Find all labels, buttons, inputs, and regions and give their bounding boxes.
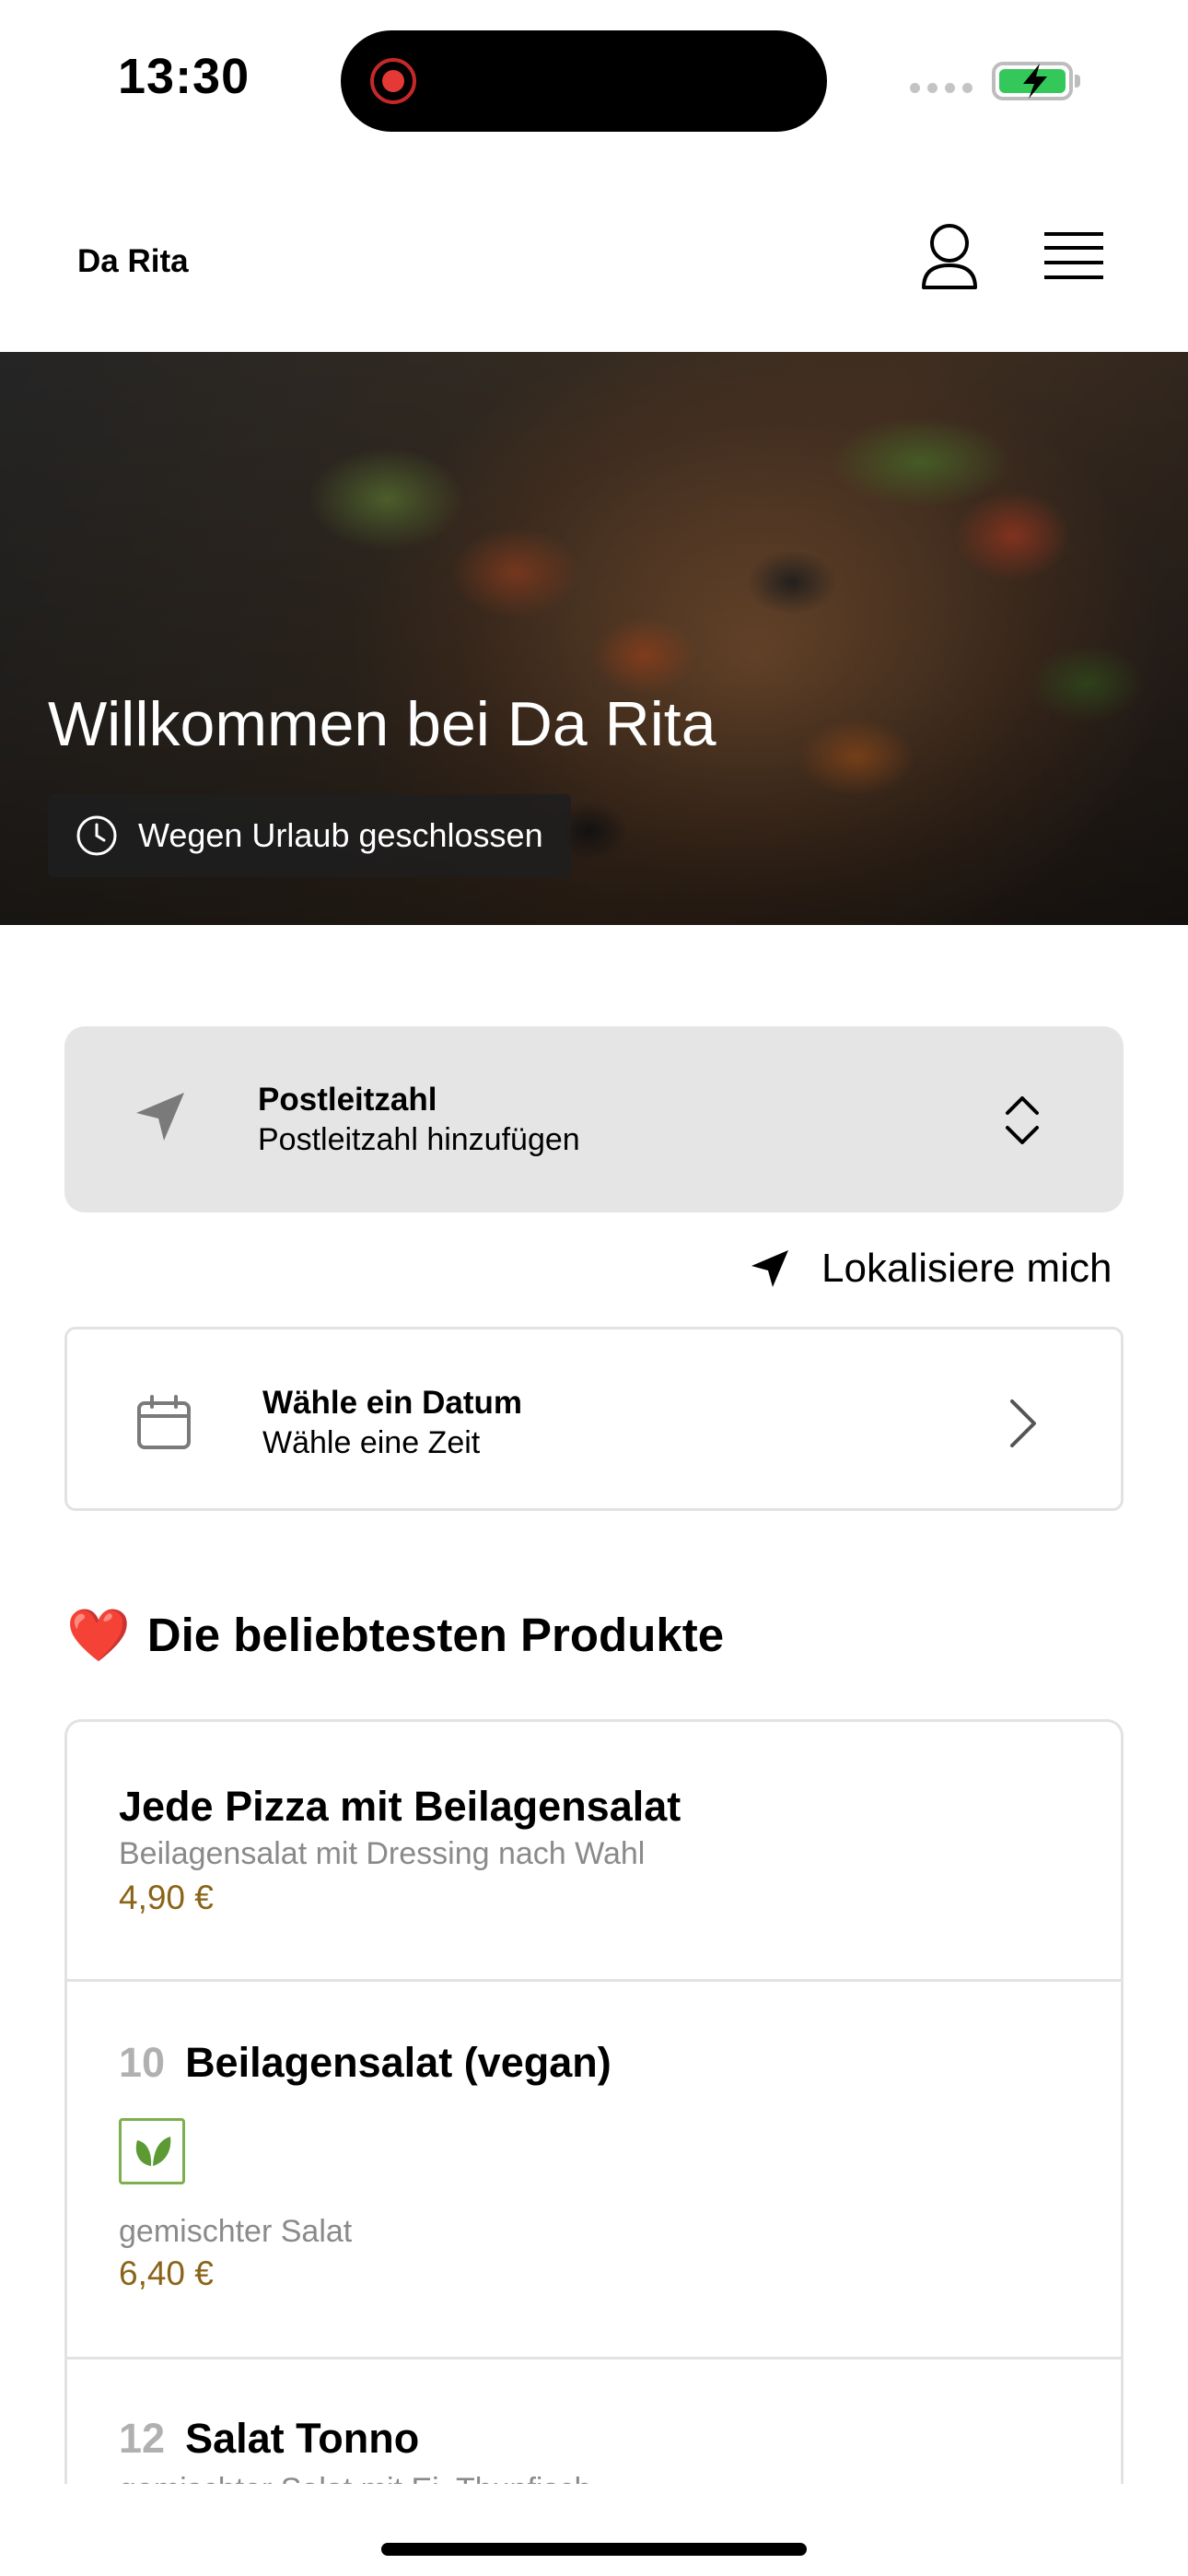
- brand-name[interactable]: Da Rita: [77, 243, 189, 280]
- status-badge-label: Wegen Urlaub geschlossen: [138, 816, 543, 854]
- product-name: 12 Salat Tonno: [119, 2415, 419, 2463]
- product-name-text: Beilagensalat (vegan): [185, 2039, 611, 2086]
- calendar-icon: [137, 1395, 191, 1449]
- dynamic-island: [341, 30, 827, 132]
- product-description: gemischter Salat: [119, 2214, 353, 2249]
- zip-code-placeholder: Postleitzahl hinzufügen: [258, 1122, 580, 1157]
- product-item[interactable]: 10 Beilagensalat (vegan) gemischter Salat…: [67, 1982, 1121, 2359]
- signal-icon: [910, 83, 973, 93]
- popular-products-heading: ❤️ Die beliebtesten Produkte: [66, 1608, 724, 1662]
- product-number: 10: [119, 2039, 166, 2086]
- product-description: gemischter Salat mit Ei, Thunfisch: [119, 2472, 591, 2484]
- product-item[interactable]: Jede Pizza mit Beilagensalat Beilagensal…: [67, 1722, 1121, 1982]
- locate-me-button[interactable]: Lokalisiere mich: [750, 1246, 1112, 1292]
- chevron-up-down-icon: [1006, 1096, 1039, 1144]
- battery-icon: [992, 62, 1080, 100]
- status-badge: Wegen Urlaub geschlossen: [48, 794, 571, 877]
- date-time-selector[interactable]: Wähle ein Datum Wähle eine Zeit: [64, 1327, 1124, 1511]
- recording-indicator-icon: [370, 58, 416, 104]
- user-icon[interactable]: [919, 221, 980, 291]
- product-price: 6,40 €: [119, 2254, 214, 2292]
- chevron-right-icon: [1010, 1399, 1036, 1447]
- product-list: Jede Pizza mit Beilagensalat Beilagensal…: [64, 1719, 1124, 2484]
- app-header: Da Rita: [0, 157, 1188, 352]
- status-time: 13:30: [118, 49, 250, 104]
- time-label: Wähle eine Zeit: [262, 1425, 481, 1460]
- product-price: 4,90 €: [119, 1879, 214, 1916]
- section-title: Die beliebtesten Produkte: [146, 1609, 725, 1661]
- hero-title: Willkommen bei Da Rita: [48, 689, 716, 759]
- location-arrow-icon: [136, 1093, 184, 1141]
- home-indicator[interactable]: [381, 2543, 807, 2556]
- product-name: Jede Pizza mit Beilagensalat: [119, 1783, 681, 1830]
- product-name-text: Salat Tonno: [185, 2415, 420, 2462]
- zip-code-selector[interactable]: Postleitzahl Postleitzahl hinzufügen: [64, 1026, 1124, 1212]
- clock-icon: [76, 815, 117, 856]
- product-number: 12: [119, 2415, 166, 2462]
- location-arrow-icon: [751, 1250, 788, 1287]
- heart-icon: ❤️: [66, 1605, 131, 1664]
- zip-code-label: Postleitzahl: [258, 1082, 437, 1118]
- product-name: 10 Beilagensalat (vegan): [119, 2039, 611, 2087]
- menu-icon[interactable]: [1044, 230, 1103, 282]
- hero-banner: Willkommen bei Da Rita Wegen Urlaub gesc…: [0, 352, 1188, 925]
- product-item[interactable]: 12 Salat Tonno gemischter Salat mit Ei, T…: [67, 2359, 1121, 2484]
- date-label: Wähle ein Datum: [262, 1385, 522, 1421]
- status-bar: 13:30: [0, 0, 1188, 157]
- locate-me-label: Lokalisiere mich: [821, 1246, 1112, 1291]
- product-description: Beilagensalat mit Dressing nach Wahl: [119, 1836, 646, 1871]
- vegan-leaf-icon: [119, 2118, 185, 2184]
